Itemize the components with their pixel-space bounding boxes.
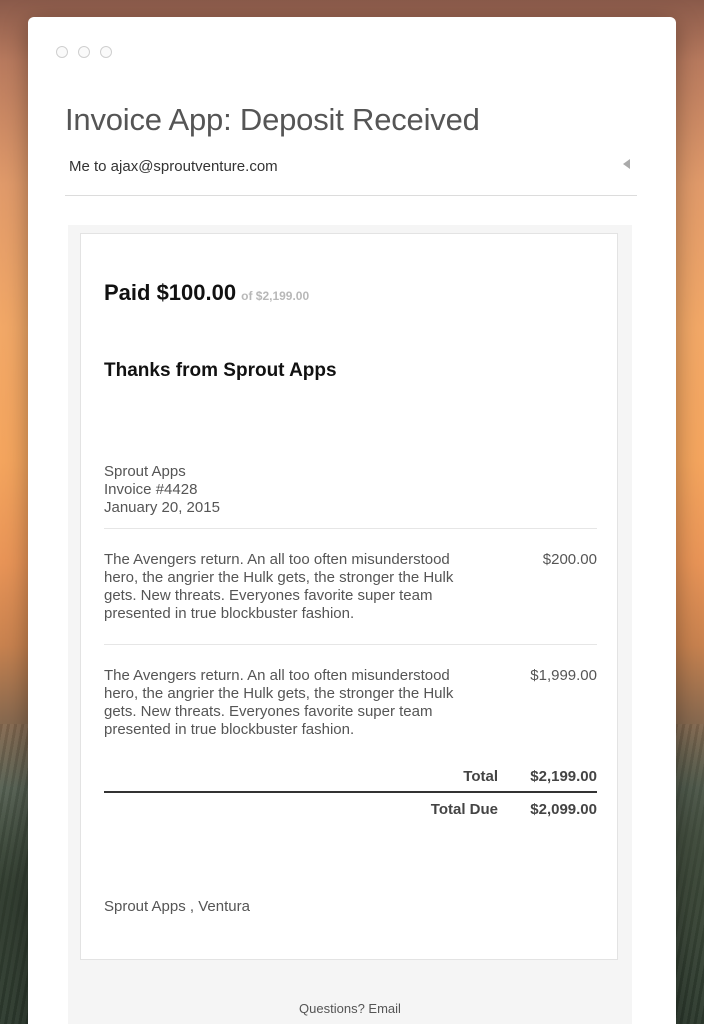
header-divider [65,195,637,196]
total-due-value: $2,099.00 [530,801,597,818]
invoice-company: Sprout Apps [104,463,186,480]
invoice-meta: Sprout Apps Invoice #4428 January 20, 20… [104,463,220,517]
invoice-number: Invoice #4428 [104,481,198,498]
paid-heading: Paid $100.00 of $2,199.00 [104,280,309,306]
line-item-description: The Avengers return. An all too often mi… [104,551,454,622]
invoice-footer-company: Sprout Apps , Ventura [104,898,250,915]
total-value: $2,199.00 [530,768,597,785]
line-item-price: $200.00 [542,551,597,568]
mail-window: Invoice App: Deposit Received Me to ajax… [28,17,676,1024]
minimize-icon[interactable] [78,46,90,58]
invoice-card: Paid $100.00 of $2,199.00 Thanks from Spr… [80,233,618,960]
email-subject: Invoice App: Deposit Received [65,102,480,137]
window-controls [56,46,112,58]
total-label: Total [463,768,498,785]
email-body: Paid $100.00 of $2,199.00 Thanks from Spr… [68,225,632,1024]
reply-arrow-icon[interactable] [623,159,630,169]
line-item-description: The Avengers return. An all too often mi… [104,667,454,738]
zoom-icon[interactable] [100,46,112,58]
paid-amount: Paid $100.00 [104,280,237,305]
thanks-heading: Thanks from Sprout Apps [104,360,337,381]
close-icon[interactable] [56,46,68,58]
line-item-price: $1,999.00 [530,667,597,684]
line-item: The Avengers return. An all too often mi… [104,551,597,623]
total-due-label: Total Due [430,801,498,818]
questions-footer: Questions? Email [299,1001,401,1016]
paid-of-total: of $2,199.00 [241,289,310,303]
totals-divider [104,791,597,793]
line-item: The Avengers return. An all too often mi… [104,667,597,739]
line-item-divider [104,528,597,529]
line-item-divider [104,644,597,645]
invoice-date: January 20, 2015 [104,499,220,516]
email-from-line: Me to ajax@sproutventure.com [69,158,278,175]
